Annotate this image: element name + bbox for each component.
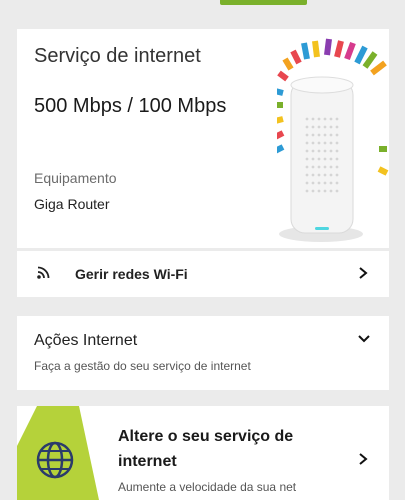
equipment-value: Giga Router bbox=[34, 196, 110, 212]
service-speed: 500 Mbps / 100 Mbps bbox=[34, 95, 227, 117]
equipment-label: Equipamento bbox=[34, 170, 117, 186]
active-tab-indicator bbox=[220, 0, 307, 5]
chevron-down-icon bbox=[358, 335, 370, 343]
chevron-right-icon bbox=[359, 267, 368, 279]
change-service-card[interactable]: Altere o seu serviço de internet Aumente… bbox=[17, 406, 389, 500]
internet-service-card: Serviço de internet 500 Mbps / 100 Mbps … bbox=[17, 29, 389, 248]
internet-actions-accordion[interactable]: Ações Internet Faça a gestão do seu serv… bbox=[17, 316, 389, 390]
manage-wifi-label: Gerir redes Wi-Fi bbox=[75, 266, 188, 282]
router-image bbox=[277, 38, 389, 242]
chevron-right-icon bbox=[359, 453, 368, 465]
globe-icon bbox=[36, 441, 74, 479]
change-service-title: Altere o seu serviço de internet bbox=[118, 428, 294, 470]
wifi-icon bbox=[37, 266, 50, 279]
manage-wifi-button[interactable]: Gerir redes Wi-Fi bbox=[17, 251, 389, 297]
internet-actions-subtitle: Faça a gestão do seu serviço de internet bbox=[34, 359, 251, 373]
internet-actions-title: Ações Internet bbox=[34, 332, 138, 349]
service-title: Serviço de internet bbox=[34, 45, 201, 67]
change-service-subtitle: Aumente a velocidade da sua net bbox=[118, 480, 297, 494]
